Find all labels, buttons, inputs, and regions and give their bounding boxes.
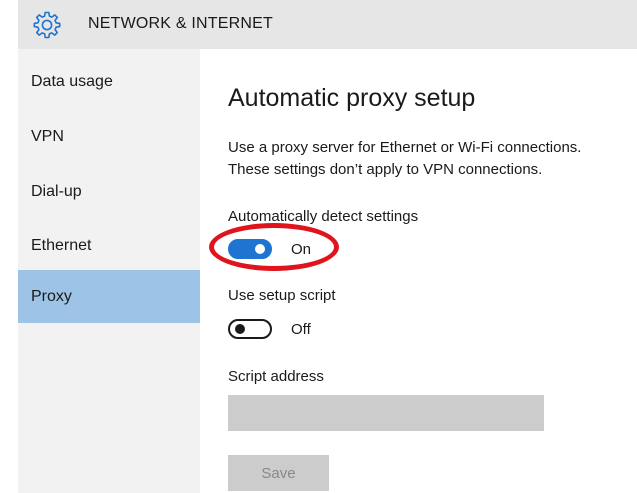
page-title: Automatic proxy setup [228,84,476,112]
save-button[interactable]: Save [228,455,329,491]
setup-script-label: Use setup script [228,287,336,304]
setup-script-toggle[interactable] [228,319,272,339]
sidebar-item-label: Proxy [31,288,72,305]
settings-header: NETWORK & INTERNET [18,0,637,49]
description-line: Use a proxy server for Ethernet or Wi-Fi… [228,139,582,156]
sidebar-item-proxy[interactable]: Proxy [18,270,200,323]
sidebar-item-label: Ethernet [31,237,92,254]
sidebar-item-label: Dial-up [31,183,82,200]
script-address-input[interactable] [228,395,544,431]
sidebar-item-ethernet[interactable]: Ethernet [18,217,200,272]
sidebar-item-label: Data usage [31,73,113,90]
page-header-title: NETWORK & INTERNET [88,15,273,32]
main-content: Automatic proxy setup Use a proxy server… [200,49,637,493]
description-line: These settings don’t apply to VPN connec… [228,161,543,178]
proxy-description: Use a proxy server for Ethernet or Wi-Fi… [228,137,633,181]
sidebar-item-vpn[interactable]: VPN [18,108,200,163]
sidebar-item-label: VPN [31,128,64,145]
highlight-annotation [209,223,339,271]
sidebar-item-data-usage[interactable]: Data usage [18,53,200,108]
gear-icon [33,11,61,39]
sidebar-item-dial-up[interactable]: Dial-up [18,163,200,218]
sidebar: Data usage VPN Dial-up Ethernet Proxy [18,49,200,493]
toggle-knob [235,324,245,334]
setup-script-state: Off [291,321,311,338]
script-address-label: Script address [228,368,324,385]
auto-detect-label: Automatically detect settings [228,208,419,225]
